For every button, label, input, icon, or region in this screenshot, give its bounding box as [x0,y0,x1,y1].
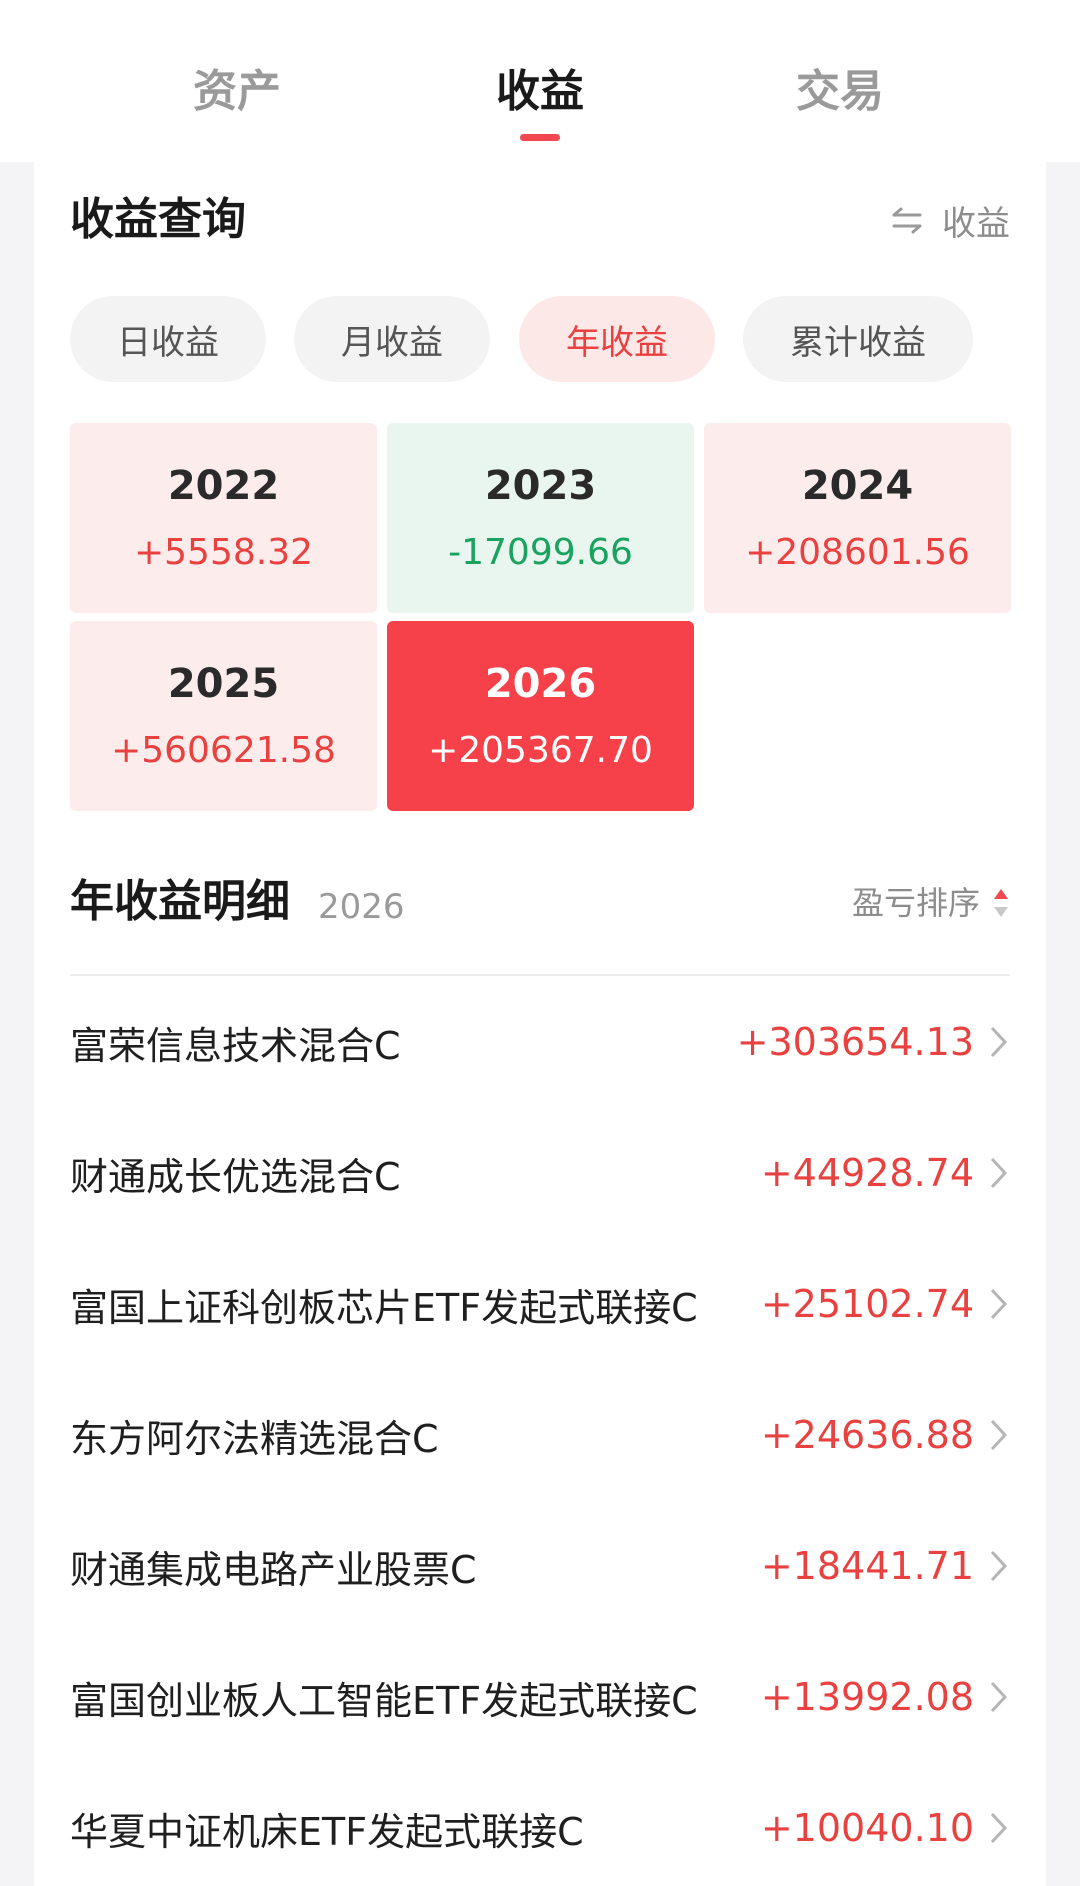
fund-name: 财通集成电路产业股票C [70,1547,477,1592]
year-cell-2024[interactable]: 2024 +208601.56 [704,423,1011,613]
fund-row[interactable]: 财通成长优选混合C +44928.74 [70,1143,1010,1203]
chevron-right-icon [990,1681,1008,1713]
pill-daily[interactable]: 日收益 [70,296,266,382]
earnings-switch-button[interactable]: 收益 [890,196,1010,244]
fund-profit: +303654.13 [736,1020,974,1064]
fund-row[interactable]: 富荣信息技术混合C +303654.13 [70,1012,1010,1072]
year-value: +560621.58 [111,730,336,771]
earnings-switch-label: 收益 [942,203,1010,244]
year-label: 2025 [167,661,280,707]
chevron-right-icon [990,1026,1008,1058]
year-cell-2025[interactable]: 2025 +560621.58 [70,621,377,811]
year-label: 2023 [484,463,597,509]
fund-row[interactable]: 富国上证科创板芯片ETF发起式联接C +25102.74 [70,1274,1010,1334]
pill-cumulative[interactable]: 累计收益 [743,296,973,382]
sort-label: 盈亏排序 [851,884,980,922]
yearly-detail-year: 2026 [318,887,405,927]
fund-name: 华夏中证机床ETF发起式联接C [70,1809,584,1854]
fund-profit: +10040.10 [760,1806,974,1850]
year-value: +208601.56 [745,532,970,573]
fund-name: 富国创业板人工智能ETF发起式联接C [70,1678,698,1723]
fund-row[interactable]: 东方阿尔法精选混合C +24636.88 [70,1405,1010,1465]
fund-profit: +13992.08 [760,1675,974,1719]
fund-profit: +24636.88 [760,1413,974,1457]
earnings-query-title: 收益查询 [70,194,246,245]
fund-row[interactable]: 华夏中证机床ETF发起式联接C +10040.10 [70,1798,1010,1858]
swap-arrows-icon [892,207,922,234]
fund-profit: +18441.71 [760,1544,974,1588]
year-label: 2026 [484,661,597,707]
tab-trades[interactable]: 交易 [740,64,940,120]
active-tab-indicator [520,134,560,141]
fund-name: 财通成长优选混合C [70,1154,401,1199]
year-value: +205367.70 [428,730,653,771]
pill-monthly[interactable]: 月收益 [294,296,490,382]
yearly-detail-title: 年收益明细 [70,876,290,927]
top-tab-bar: 资产 收益 交易 [0,0,1080,162]
fund-profit: +25102.74 [760,1282,974,1326]
year-value: -17099.66 [448,532,633,573]
chevron-right-icon [990,1550,1008,1582]
sort-arrows-icon [994,889,1008,917]
fund-name: 富荣信息技术混合C [70,1023,401,1068]
year-cell-2022[interactable]: 2022 +5558.32 [70,423,377,613]
fund-row[interactable]: 富国创业板人工智能ETF发起式联接C +13992.08 [70,1667,1010,1727]
chevron-right-icon [990,1812,1008,1844]
tab-earnings[interactable]: 收益 [440,64,640,120]
chevron-right-icon [990,1157,1008,1189]
divider [70,974,1010,976]
profit-sort-button[interactable]: 盈亏排序 [852,880,1010,926]
year-cell-2026[interactable]: 2026 +205367.70 [387,621,694,811]
year-value: +5558.32 [133,532,314,573]
fund-row[interactable]: 财通集成电路产业股票C +18441.71 [70,1536,1010,1596]
year-label: 2022 [167,463,280,509]
year-label: 2024 [801,463,914,509]
chevron-right-icon [990,1419,1008,1451]
fund-profit: +44928.74 [760,1151,974,1195]
fund-name: 东方阿尔法精选混合C [70,1416,439,1461]
pill-yearly[interactable]: 年收益 [519,296,715,382]
fund-name: 富国上证科创板芯片ETF发起式联接C [70,1285,698,1330]
chevron-right-icon [990,1288,1008,1320]
year-cell-2023[interactable]: 2023 -17099.66 [387,423,694,613]
tab-assets[interactable]: 资产 [137,64,337,120]
